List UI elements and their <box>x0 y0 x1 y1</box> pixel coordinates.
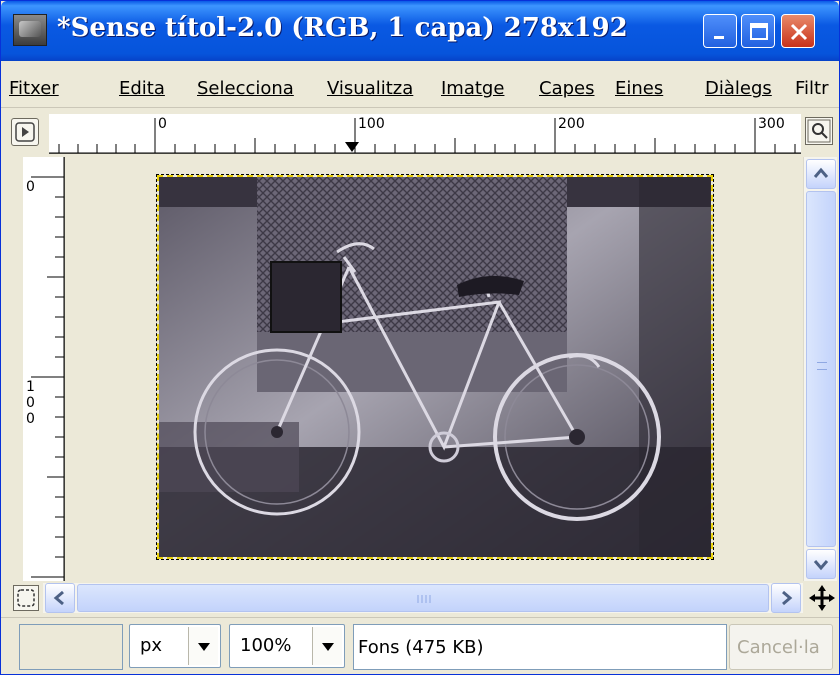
hruler-label-100: 100 <box>358 116 385 132</box>
quick-mask-button[interactable] <box>13 585 39 611</box>
menu-imatge[interactable]: Imatge <box>441 78 504 99</box>
status-bar: px 100% Fons (475 KB) Cancel·la <box>1 617 839 673</box>
status-message: Fons (475 KB) <box>358 637 484 658</box>
minimize-icon <box>714 36 724 39</box>
vertical-ruler[interactable]: 0 1 0 0 <box>23 157 65 581</box>
image-window: *Sense títol-2.0 (RGB, 1 capa) 278x192 F… <box>0 0 840 675</box>
pointer-marker <box>345 142 359 152</box>
status-message-field: Fons (475 KB) <box>353 624 727 670</box>
scroll-left-button[interactable] <box>45 583 75 613</box>
vruler-label-100: 1 0 0 <box>26 379 35 427</box>
chevron-right-icon <box>782 590 793 606</box>
horizontal-ruler[interactable]: 0 100 200 300 <box>49 114 801 154</box>
maximize-icon <box>750 23 768 40</box>
scroll-right-button[interactable] <box>771 583 801 613</box>
vruler-ticks <box>31 157 65 581</box>
menu-fitxer[interactable]: Fitxer <box>9 78 59 99</box>
vertical-scrollbar[interactable] <box>803 157 837 581</box>
vruler-label-0: 0 <box>26 179 35 195</box>
quick-mask-icon <box>17 589 35 607</box>
zoom-value: 100% <box>240 635 292 656</box>
hruler-label-200: 200 <box>558 116 585 132</box>
chevron-down-icon[interactable] <box>188 627 218 665</box>
image-layer[interactable] <box>156 174 714 560</box>
menu-selecciona[interactable]: Selecciona <box>197 78 294 99</box>
navigate-button[interactable] <box>11 118 39 146</box>
vertical-scroll-thumb[interactable] <box>806 191 836 547</box>
menu-eines[interactable]: Eines <box>615 78 663 99</box>
navigate-icon <box>15 122 35 142</box>
bicycle-photo <box>159 177 711 557</box>
menu-edita[interactable]: Edita <box>119 78 165 99</box>
cancel-label: Cancel·la <box>737 637 820 658</box>
title-bar[interactable]: *Sense títol-2.0 (RGB, 1 capa) 278x192 <box>1 1 839 61</box>
horizontal-scroll-thumb[interactable] <box>77 584 769 612</box>
zoom-icon <box>807 119 831 143</box>
gimp-app-icon <box>13 14 47 46</box>
move-icon <box>809 585 835 611</box>
menu-bar: Fitxer Edita Selecciona Visualitza Imatg… <box>1 72 839 108</box>
hruler-label-0: 0 <box>158 116 167 132</box>
scroll-down-button[interactable] <box>806 549 836 579</box>
minimize-button[interactable] <box>703 14 737 48</box>
close-icon <box>790 23 808 41</box>
cancel-button[interactable]: Cancel·la <box>729 624 833 670</box>
chevron-left-icon <box>53 590 64 606</box>
unit-select[interactable]: px <box>129 624 221 668</box>
close-button[interactable] <box>781 14 815 48</box>
maximize-button[interactable] <box>741 14 775 48</box>
menu-dialegs[interactable]: Diàlegs <box>705 78 772 99</box>
window-title: *Sense títol-2.0 (RGB, 1 capa) 278x192 <box>57 13 628 43</box>
chevron-up-icon <box>813 167 829 178</box>
chevron-down-icon <box>813 560 829 571</box>
canvas-area[interactable] <box>65 157 801 581</box>
horizontal-scrollbar[interactable] <box>43 583 803 613</box>
grip-icon <box>417 595 431 603</box>
menu-capes[interactable]: Capes <box>539 78 594 99</box>
pointer-coordinates <box>19 624 123 670</box>
zoom-select[interactable]: 100% <box>229 624 345 668</box>
scroll-up-button[interactable] <box>806 159 836 189</box>
zoom-button[interactable] <box>805 117 833 145</box>
menu-visualitza[interactable]: Visualitza <box>327 78 413 99</box>
chevron-down-icon[interactable] <box>312 627 342 665</box>
menu-filtres[interactable]: Filtr <box>795 78 829 99</box>
unit-value: px <box>140 635 163 656</box>
navigate-cross-button[interactable] <box>807 583 837 613</box>
hruler-label-300: 300 <box>758 116 785 132</box>
